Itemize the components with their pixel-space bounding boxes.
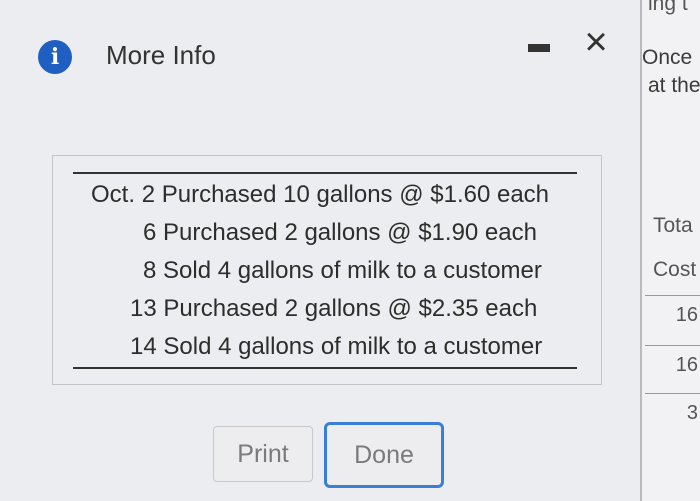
minimize-icon <box>528 44 550 52</box>
background-heading-fragment: ing t <box>648 0 688 15</box>
transaction-day: 2 <box>141 181 156 208</box>
print-button[interactable]: Print <box>213 426 313 482</box>
bottom-divider <box>73 367 577 369</box>
background-table: 16 16 3 <box>645 205 700 495</box>
transaction-row: 13 Purchased 2 gallons @ $2.35 each <box>130 290 537 328</box>
background-cell: 16 <box>645 345 700 383</box>
transactions-panel: Oct. 2 Purchased 10 gallons @ $1.60 each… <box>52 155 602 385</box>
background-cell: 3 <box>645 393 700 431</box>
transaction-row: 8 Sold 4 gallons of milk to a customer <box>143 252 542 290</box>
transaction-day: 8 <box>143 257 157 284</box>
more-info-dialog: i More Info × Oct. 2 Purchased 10 gallon… <box>0 0 642 501</box>
transaction-description: Purchased 10 gallons @ $1.60 each <box>161 181 550 208</box>
dialog-title: More Info <box>106 40 216 70</box>
transaction-description: Sold 4 gallons of milk to a customer <box>163 257 542 284</box>
close-icon: × <box>584 20 608 64</box>
transaction-month: Oct. <box>91 181 136 208</box>
info-icon: i <box>38 40 72 74</box>
transaction-row: 6 Purchased 2 gallons @ $1.90 each <box>143 214 537 252</box>
background-text-line-2: at the <box>648 74 700 97</box>
top-divider <box>73 172 577 174</box>
transaction-day: 13 <box>130 295 157 322</box>
transaction-row: 14 Sold 4 gallons of milk to a customer <box>130 328 542 366</box>
transaction-day: 14 <box>130 333 157 360</box>
transaction-description: Purchased 2 gallons @ $1.90 each <box>163 219 537 246</box>
background-text-line-1: Once <box>642 46 693 69</box>
done-button[interactable]: Done <box>324 422 444 488</box>
background-cell: 16 <box>645 295 700 333</box>
minimize-button[interactable] <box>525 34 553 62</box>
transaction-row: Oct. 2 Purchased 10 gallons @ $1.60 each <box>91 176 549 214</box>
transaction-description: Purchased 2 gallons @ $2.35 each <box>163 295 538 322</box>
transaction-day: 6 <box>143 219 157 246</box>
close-button[interactable]: × <box>576 22 616 62</box>
transaction-description: Sold 4 gallons of milk to a customer <box>163 333 543 360</box>
